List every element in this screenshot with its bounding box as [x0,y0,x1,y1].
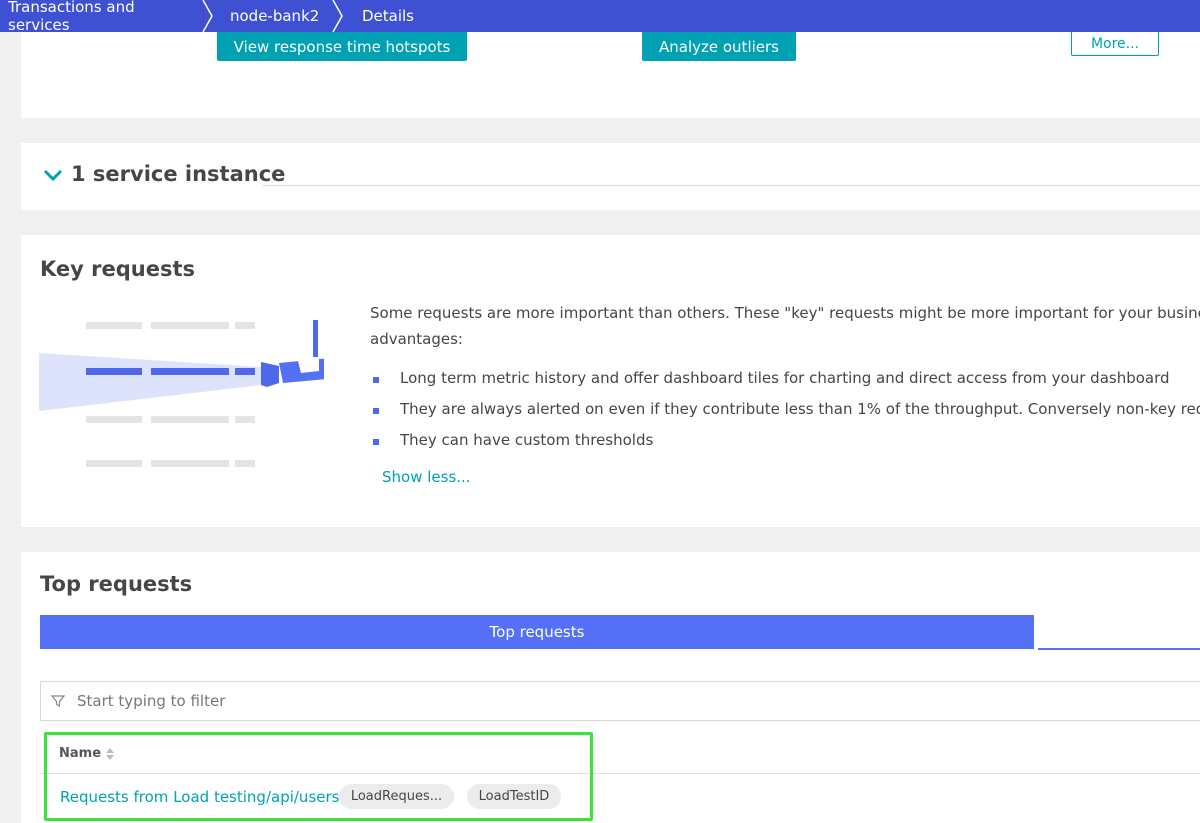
advantages-list: Long term metric history and offer dashb… [370,365,1200,458]
chart-logo-icon [51,32,181,38]
breadcrumb-label: Details [362,7,415,25]
tab-top-requests[interactable]: Top requests [40,615,1034,649]
bullet-icon [373,408,379,414]
top-requests-section: Top requests Top requests Name Requests … [21,552,1200,823]
bullet-icon [373,377,379,383]
key-requests-section: Key requests Some requests are more impo… [21,235,1200,527]
breadcrumb-label: node-bank2 [230,7,320,25]
list-item-text: Long term metric history and offer dashb… [400,369,1170,387]
breadcrumb-label: Transactions and services [8,0,135,32]
table-row: Requests from Load testing/api/users Loa… [40,775,1200,821]
column-header-label: Name [59,746,102,761]
filter-input[interactable] [77,692,677,710]
request-tag[interactable]: LoadReques... [339,784,454,809]
breadcrumb: Transactions and services node-bank2 Det… [0,0,1200,32]
filter-bar [40,681,1200,721]
analysis-card: View response time hotspots Analyze outl… [21,32,1200,118]
bullet-icon [373,439,379,445]
key-requests-description: Some requests are more important than ot… [370,300,1200,352]
sort-icon[interactable] [106,747,115,760]
column-header-name[interactable]: Name [59,746,115,761]
filter-icon [51,695,65,707]
breadcrumb-item-node-bank2[interactable]: node-bank2 [208,0,343,32]
request-name-link[interactable]: Requests from Load testing/api/users [60,788,339,806]
list-item: Long term metric history and offer dashb… [370,365,1200,396]
service-instance-title[interactable]: 1 service instance [71,162,285,186]
list-item-text: They can have custom thresholds [400,431,654,449]
request-tag[interactable]: LoadTestID [467,784,561,809]
key-request-illustration [39,320,324,467]
description-line: Some requests are more important than ot… [370,304,1200,322]
breadcrumb-item-details[interactable]: Details [338,0,432,32]
analyze-outliers-button[interactable]: Analyze outliers [642,32,796,61]
table-header: Name [40,734,1200,774]
more-button[interactable]: More... [1071,32,1159,56]
list-item-text: They are always alerted on even if they … [400,400,1200,418]
chevron-down-icon[interactable] [43,168,63,182]
show-less-link[interactable]: Show less... [382,468,471,486]
divider [263,185,1200,186]
list-item: They are always alerted on even if they … [370,396,1200,427]
tab-underline [1038,648,1200,650]
view-hotspots-button[interactable]: View response time hotspots [217,32,467,61]
description-line: advantages: [370,330,463,348]
section-title: Key requests [40,257,196,281]
service-instance-section: 1 service instance [21,143,1200,210]
section-title: Top requests [40,572,193,596]
breadcrumb-item-transactions[interactable]: Transactions and services [0,0,213,32]
list-item: They can have custom thresholds [370,427,1200,458]
